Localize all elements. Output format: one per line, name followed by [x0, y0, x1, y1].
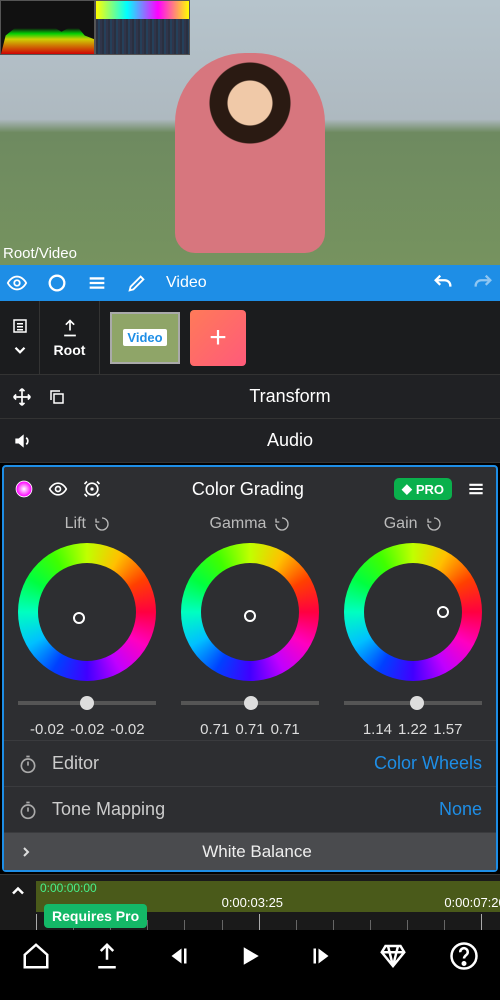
target-icon[interactable] — [82, 479, 102, 499]
list-icon[interactable] — [11, 317, 29, 335]
audio-title: Audio — [80, 430, 500, 451]
luminance-slider[interactable] — [181, 691, 319, 715]
toolbar-title: Video — [166, 274, 207, 292]
wheel-handle[interactable] — [244, 610, 256, 622]
move-icon — [12, 387, 32, 407]
wheel-handle[interactable] — [437, 606, 449, 618]
stopwatch-icon — [18, 754, 38, 774]
color-wheel[interactable] — [181, 543, 319, 681]
layer-side-controls — [0, 301, 40, 374]
transform-panel-header[interactable]: Transform — [0, 375, 500, 419]
wheel-values: 0.710.710.71 — [200, 721, 300, 738]
transform-title: Transform — [80, 386, 500, 407]
timecode-end: 0:00:07:20 — [444, 895, 500, 910]
clip-thumbnail[interactable]: Video — [110, 312, 180, 364]
wheel-label: Gamma — [210, 515, 291, 533]
editor-value: Color Wheels — [374, 753, 482, 774]
chevron-right-icon — [18, 844, 34, 860]
layer-row: Root Video + — [0, 301, 500, 375]
color-wheel[interactable] — [344, 543, 482, 681]
wheel-handle[interactable] — [73, 612, 85, 624]
diamond-icon: ◆ — [402, 481, 412, 497]
add-clip-button[interactable]: + — [190, 310, 246, 366]
preview-area: Root/Video — [0, 0, 500, 265]
clip-label: Video — [123, 329, 166, 346]
step-forward-icon[interactable] — [306, 941, 336, 971]
editor-row[interactable]: Editor Color Wheels — [4, 740, 496, 786]
luminance-slider[interactable] — [18, 691, 156, 715]
copy-icon — [48, 388, 66, 406]
color-grading-title: Color Grading — [116, 479, 380, 500]
step-back-icon[interactable] — [164, 941, 194, 971]
color-grading-panel: Color Grading ◆ PRO Lift -0.02-0.02-0.02 G… — [2, 465, 498, 872]
reset-icon[interactable] — [274, 516, 290, 532]
wheel-values: -0.02-0.02-0.02 — [30, 721, 145, 738]
menu-icon[interactable] — [86, 272, 108, 294]
tone-label: Tone Mapping — [52, 799, 439, 820]
help-icon[interactable] — [449, 941, 479, 971]
reset-icon[interactable] — [94, 516, 110, 532]
luminance-slider[interactable] — [344, 691, 482, 715]
pro-badge[interactable]: ◆ PRO — [394, 478, 452, 500]
root-label: Root — [54, 342, 86, 358]
wheel-gain: Gain 1.141.221.57 — [334, 515, 492, 738]
scopes — [0, 0, 190, 55]
editor-toolbar: Video — [0, 265, 500, 301]
bottom-nav — [0, 930, 500, 982]
edit-icon[interactable] — [126, 272, 148, 294]
upload-icon — [60, 318, 80, 338]
visibility-icon[interactable] — [48, 479, 68, 499]
wheel-lift: Lift -0.02-0.02-0.02 — [8, 515, 166, 738]
export-icon[interactable] — [92, 941, 122, 971]
parade-scope[interactable] — [95, 0, 190, 55]
circle-icon[interactable] — [46, 272, 68, 294]
timecode-start: 0:00:00:00 — [40, 881, 97, 895]
menu-icon[interactable] — [466, 479, 486, 499]
breadcrumb: Root/Video — [3, 245, 77, 262]
wheel-label: Gain — [384, 515, 442, 533]
white-balance-label: White Balance — [52, 842, 462, 862]
color-wheels-row: Lift -0.02-0.02-0.02 Gamma 0.710.710.71 Gain… — [4, 511, 496, 740]
diamond-icon[interactable] — [378, 941, 408, 971]
timeline[interactable]: 0:00:00:00 0:00:03:25 0:00:07:20 Require… — [0, 874, 500, 930]
speaker-icon — [12, 431, 32, 451]
chevron-up-icon[interactable] — [8, 881, 28, 901]
color-wheel[interactable] — [18, 543, 156, 681]
plus-icon: + — [209, 321, 227, 355]
home-icon[interactable] — [21, 941, 51, 971]
wheel-gamma: Gamma 0.710.710.71 — [171, 515, 329, 738]
stopwatch-icon — [18, 800, 38, 820]
timecode-mid: 0:00:03:25 — [222, 895, 283, 910]
color-wheel-icon[interactable] — [14, 479, 34, 499]
requires-pro-badge[interactable]: Requires Pro — [44, 904, 147, 928]
editor-label: Editor — [52, 753, 374, 774]
play-icon[interactable] — [235, 941, 265, 971]
tone-value: None — [439, 799, 482, 820]
redo-icon[interactable] — [472, 272, 494, 294]
waveform-scope[interactable] — [0, 0, 95, 55]
reset-icon[interactable] — [426, 516, 442, 532]
chevron-down-icon[interactable] — [11, 341, 29, 359]
wheel-values: 1.141.221.57 — [363, 721, 463, 738]
white-balance-row[interactable]: White Balance — [4, 832, 496, 870]
undo-icon[interactable] — [432, 272, 454, 294]
root-button[interactable]: Root — [40, 301, 100, 374]
visibility-icon[interactable] — [6, 272, 28, 294]
wheel-label: Lift — [65, 515, 110, 533]
tone-mapping-row[interactable]: Tone Mapping None — [4, 786, 496, 832]
color-grading-header: Color Grading ◆ PRO — [4, 467, 496, 511]
audio-panel-header[interactable]: Audio — [0, 419, 500, 463]
